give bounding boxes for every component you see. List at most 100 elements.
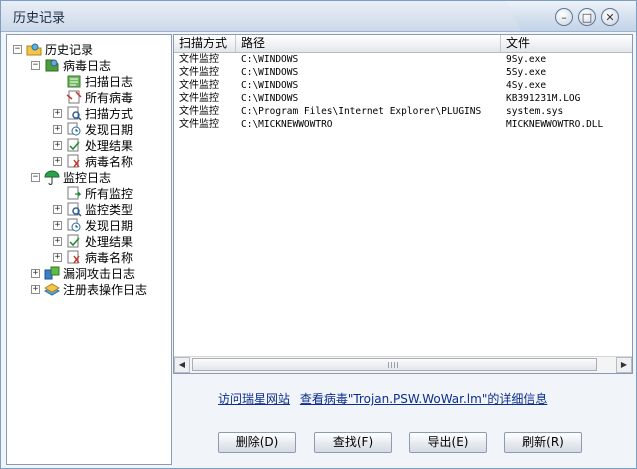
- virus-name-icon: [66, 249, 82, 265]
- list-header: 扫描方式 路径 文件: [174, 35, 632, 53]
- tree-item-label: 历史记录: [45, 42, 94, 57]
- tree-item[interactable]: 所有监控: [53, 185, 133, 201]
- table-row[interactable]: 文件监控 C:\Program Files\Internet Explorer\P…: [174, 105, 632, 118]
- cell-file: system.sys: [506, 106, 564, 117]
- tree-item-label: 发现日期: [85, 122, 134, 137]
- tree-item-label: 病毒日志: [63, 58, 112, 73]
- collapse-icon[interactable]: −: [13, 44, 22, 54]
- minimize-button[interactable]: –: [555, 8, 573, 26]
- tree-item[interactable]: 扫描日志: [53, 73, 133, 89]
- horizontal-scrollbar[interactable]: ◀ ▶: [174, 356, 632, 373]
- tree-item-label: 所有监控: [85, 186, 134, 201]
- expand-icon[interactable]: +: [53, 252, 62, 262]
- scroll-left-button[interactable]: ◀: [174, 357, 190, 373]
- scroll-right-button[interactable]: ▶: [616, 357, 632, 373]
- tree-item[interactable]: − 监控日志: [31, 169, 111, 185]
- visit-site-link[interactable]: 访问瑞星网站: [218, 392, 290, 406]
- monitor-umbrella-icon: [44, 169, 60, 185]
- tree-item[interactable]: + 病毒名称: [53, 153, 133, 169]
- all-viruses-icon: [66, 89, 82, 105]
- expand-icon[interactable]: +: [53, 156, 62, 166]
- table-row[interactable]: 文件监控 C:\WINDOWS 4Sy.exe: [174, 79, 632, 92]
- cell-scan-method: 文件监控: [179, 67, 219, 78]
- collapse-icon[interactable]: −: [31, 172, 40, 182]
- cell-file: 4Sy.exe: [506, 80, 547, 91]
- detail-pane: 扫描方式 路径 文件 文件监控 C:\WINDOWS 9Sy.exe 文件监控 C:\W…: [173, 34, 633, 465]
- cell-file: 5Sy.exe: [506, 67, 547, 78]
- virus-log-icon: [44, 57, 60, 73]
- collapse-icon[interactable]: −: [31, 60, 40, 70]
- tree-item[interactable]: + 病毒名称: [53, 249, 133, 265]
- column-file[interactable]: 文件: [501, 35, 632, 52]
- exploit-log-icon: [44, 265, 60, 281]
- monitor-type-icon: [66, 201, 82, 217]
- clock-icon: [66, 217, 82, 233]
- tree-item[interactable]: − 病毒日志: [31, 57, 111, 73]
- export-button[interactable]: 导出(E): [409, 432, 487, 453]
- find-button[interactable]: 查找(F): [314, 432, 392, 453]
- tree-item-label: 所有病毒: [85, 90, 134, 105]
- tree-item[interactable]: + 漏洞攻击日志: [31, 265, 135, 281]
- cell-path: C:\WINDOWS: [241, 93, 299, 104]
- cell-path: C:\MICKNEWWOWTRO: [241, 119, 333, 130]
- expand-icon[interactable]: +: [53, 124, 62, 134]
- virus-detail-link[interactable]: 查看病毒"Trojan.PSW.WoWar.lm"的详细信息: [300, 392, 548, 406]
- cell-path: C:\WINDOWS: [241, 54, 299, 65]
- scan-method-icon: [66, 105, 82, 121]
- expand-icon[interactable]: +: [53, 204, 62, 214]
- table-row[interactable]: 文件监控 C:\WINDOWS 5Sy.exe: [174, 66, 632, 79]
- title-bar[interactable]: 历史记录 – □ ✕: [1, 1, 636, 32]
- tree-item-label: 发现日期: [85, 218, 134, 233]
- delete-button[interactable]: 删除(D): [218, 432, 296, 453]
- table-row[interactable]: 文件监控 C:\MICKNEWWOWTRO MICKNEWWOWTRO.DLL: [174, 118, 632, 131]
- grip-icon: [388, 362, 400, 368]
- cell-scan-method: 文件监控: [179, 119, 219, 130]
- cell-file: 9Sy.exe: [506, 54, 547, 65]
- window-title: 历史记录: [13, 11, 66, 26]
- close-button[interactable]: ✕: [601, 8, 619, 26]
- scroll-thumb[interactable]: [192, 358, 597, 371]
- close-icon: ✕: [605, 10, 615, 24]
- expand-icon[interactable]: +: [31, 284, 40, 294]
- cell-file: MICKNEWWOWTRO.DLL: [506, 119, 604, 130]
- maximize-icon: □: [581, 10, 593, 24]
- expand-icon[interactable]: +: [53, 220, 62, 230]
- table-row[interactable]: 文件监控 C:\WINDOWS 9Sy.exe: [174, 53, 632, 66]
- expand-icon[interactable]: +: [31, 268, 40, 278]
- tree-item[interactable]: + 发现日期: [53, 121, 133, 137]
- cell-scan-method: 文件监控: [179, 80, 219, 91]
- result-icon: [66, 137, 82, 153]
- cell-file: KB391231M.LOG: [506, 93, 581, 104]
- tree-item-label: 注册表操作日志: [63, 282, 148, 297]
- tree-item[interactable]: + 处理结果: [53, 137, 133, 153]
- refresh-button[interactable]: 刷新(R): [504, 432, 582, 453]
- minimize-icon: –: [561, 10, 567, 24]
- log-tree[interactable]: − 历史记录 − 病毒日志 扫描日志 所有病毒 + 扫描方式 + 发现日期 + 处理结果 + 病毒名称 − 监…: [6, 34, 172, 465]
- expand-icon[interactable]: +: [53, 236, 62, 246]
- log-list[interactable]: 扫描方式 路径 文件 文件监控 C:\WINDOWS 9Sy.exe 文件监控 C:\W…: [173, 34, 633, 374]
- column-path[interactable]: 路径: [236, 35, 501, 52]
- cell-scan-method: 文件监控: [179, 93, 219, 104]
- tree-item[interactable]: + 扫描方式: [53, 105, 133, 121]
- expand-icon[interactable]: +: [53, 108, 62, 118]
- cell-scan-method: 文件监控: [179, 54, 219, 65]
- result-icon: [66, 233, 82, 249]
- column-scan-method[interactable]: 扫描方式: [174, 35, 236, 52]
- expand-icon[interactable]: +: [53, 140, 62, 150]
- table-row[interactable]: 文件监控 C:\WINDOWS KB391231M.LOG: [174, 92, 632, 105]
- tree-item-label: 处理结果: [85, 234, 134, 249]
- tree-item[interactable]: + 发现日期: [53, 217, 133, 233]
- tree-item[interactable]: − 历史记录: [13, 41, 93, 57]
- tree-item[interactable]: + 注册表操作日志: [31, 281, 147, 297]
- cell-path: C:\WINDOWS: [241, 67, 299, 78]
- registry-log-icon: [43, 281, 61, 297]
- tree-item[interactable]: + 监控类型: [53, 201, 133, 217]
- tree-item[interactable]: 所有病毒: [53, 89, 133, 105]
- arrow-left-icon: ◀: [178, 360, 186, 369]
- tree-item[interactable]: + 处理结果: [53, 233, 133, 249]
- content-area: − 历史记录 − 病毒日志 扫描日志 所有病毒 + 扫描方式 + 发现日期 + 处理结果 + 病毒名称 − 监…: [6, 34, 633, 465]
- maximize-button[interactable]: □: [578, 8, 596, 26]
- tree-item-label: 病毒名称: [85, 250, 134, 265]
- virus-name-icon: [66, 153, 82, 169]
- all-monitor-icon: [66, 185, 82, 201]
